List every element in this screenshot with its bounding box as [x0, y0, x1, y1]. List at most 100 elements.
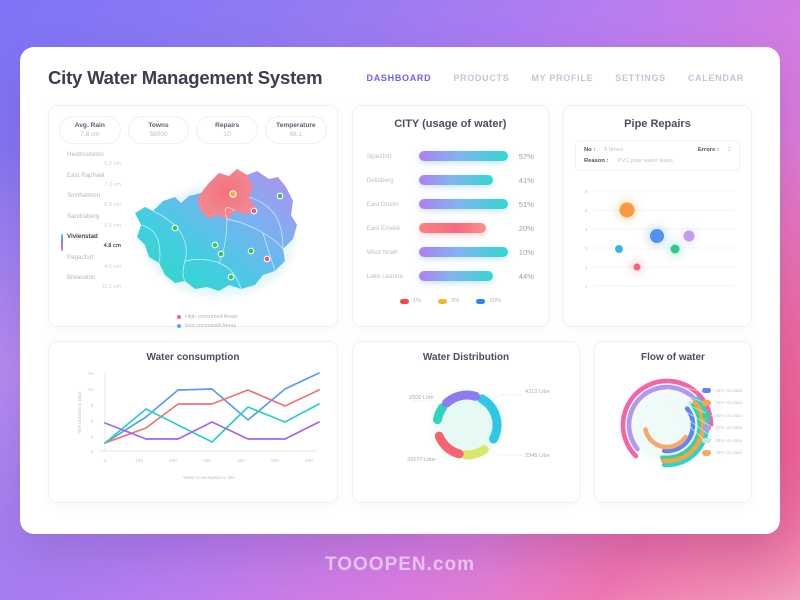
- city-value: 6.8 cm: [104, 202, 121, 208]
- list-item-selected[interactable]: Vivienstad 4.8 cm: [61, 233, 125, 254]
- bar-label: Sipesfort: [366, 152, 392, 160]
- legend-dot-icon: [177, 324, 181, 328]
- list-item[interactable]: Smithamton 6.8 cm: [63, 192, 125, 213]
- bottom-row: Water consumption 15 12 9 6 3 0 0 100 20…: [20, 341, 780, 503]
- card-title: Pipe Repairs: [624, 118, 691, 130]
- scatter-point-orange: [619, 202, 635, 218]
- bar-value: 44%: [518, 271, 534, 281]
- page-title: City Water Management System: [48, 67, 323, 88]
- map-marker-green: [211, 241, 219, 249]
- bar-value: 41%: [518, 175, 534, 185]
- legend-item-less: less consumed Areas: [177, 323, 238, 329]
- nav-item-calendar[interactable]: CALENDAR: [688, 73, 744, 83]
- list-item[interactable]: Pagacfurt 4.5 cm: [63, 254, 125, 275]
- city-name: Vivienstad: [67, 233, 98, 240]
- list-item[interactable]: Heathcoteton 5.2 cm: [63, 151, 125, 172]
- stats-chip-group: Avg. Rain 7.8 cm Towns 58000 Repairs 10 …: [59, 116, 327, 144]
- legend-item: 55% cm data: [702, 384, 742, 397]
- stat-chip-avg-rain[interactable]: Avg. Rain 7.8 cm: [59, 116, 121, 144]
- main-navigation: DASHBOARD PRODUCTS MY PROFILE SETTINGS C…: [367, 73, 752, 83]
- y-axis-title: Time Duration in Days: [77, 391, 82, 435]
- bar-label: Dellaberg: [366, 176, 394, 184]
- pipe-no-value: 5 times: [604, 147, 623, 153]
- city-name: Pagacfurt: [67, 253, 94, 261]
- city-value: 4.8 cm: [103, 243, 121, 249]
- list-item[interactable]: East Raphael 7.3 cm: [63, 172, 125, 193]
- stat-label: Temperature: [276, 122, 316, 129]
- donut-label-bottom-right: 2345 Litre: [525, 453, 550, 459]
- legend-label: 48% cm data: [715, 400, 742, 406]
- flow-of-water-card: Flow of water 55% cm data 48% cm data 45…: [594, 341, 752, 503]
- usage-bar-list: Sipesfort 57% Dellaberg 41% East Dustin: [367, 144, 534, 288]
- pipe-info-row-no: No : 5 times Errors : 2: [584, 147, 731, 153]
- app-header: City Water Management System DASHBOARD P…: [20, 47, 780, 89]
- bar-fill: [418, 199, 508, 209]
- list-item[interactable]: Breanaton 11.2 cm: [63, 274, 125, 295]
- legend-pill-icon: [702, 425, 712, 431]
- city-usage-legend: 1% 3% 10%: [367, 298, 534, 304]
- legend-label: 55% cm data: [715, 387, 742, 393]
- watermark: TOOOPEN.com: [324, 554, 475, 575]
- pipe-reason-value: PVC pipe water leaks: [617, 158, 673, 164]
- bar-fill: [418, 175, 493, 185]
- stat-value: 58000: [149, 131, 168, 138]
- pipe-info-row-reason: Reason : PVC pipe water leaks: [584, 158, 731, 164]
- scatter-point-pink: [633, 263, 641, 271]
- stat-chip-towns[interactable]: Towns 58000: [127, 116, 190, 144]
- legend-pill-icon: [702, 387, 712, 393]
- bar-fill: [418, 223, 486, 233]
- legend-item-3pct: 3%: [438, 298, 459, 304]
- pipe-repairs-card: Pipe Repairs No : 5 times Errors : 2 Rea…: [563, 105, 752, 327]
- pipe-errors-label: Errors :: [697, 147, 719, 153]
- bar-fill: [418, 271, 493, 281]
- bar-value: 20%: [518, 223, 534, 233]
- legend-item: 10% cm data: [702, 447, 742, 460]
- legend-label: 10% cm data: [715, 450, 742, 456]
- x-tick-600: 600: [305, 458, 313, 463]
- card-title: Water consumption: [146, 352, 240, 363]
- nav-item-dashboard[interactable]: DASHBOARD: [367, 73, 432, 83]
- city-value: 5.2 cm: [104, 161, 121, 167]
- legend-label: less consumed Areas: [185, 323, 237, 329]
- legend-item: 32% cm data: [702, 422, 742, 435]
- nav-item-my-profile[interactable]: MY PROFILE: [531, 73, 593, 83]
- list-item[interactable]: Sandraberg 9.2 cm: [63, 213, 125, 234]
- city-name: Sandraberg: [67, 212, 100, 220]
- city-usage-card: CITY (usage of water) Sipesfort 57% Dell…: [351, 105, 549, 327]
- water-consumption-card: Water consumption 15 12 9 6 3 0 0 100 20…: [48, 341, 338, 503]
- city-value: 4.5 cm: [104, 263, 121, 270]
- donut-segment-2500: [433, 403, 448, 425]
- x-tick-200: 200: [169, 458, 177, 463]
- axis-tick-1: 1: [585, 284, 588, 289]
- y-tick-15: 15: [88, 371, 94, 376]
- stat-chip-temperature[interactable]: Temperature 68.1: [265, 116, 327, 144]
- x-tick-0: 0: [104, 458, 107, 463]
- region-map[interactable]: High consumed Areas less consumed Areas: [125, 151, 327, 331]
- map-marker-green: [227, 273, 235, 281]
- bar-value: 51%: [518, 199, 534, 209]
- bar-track: [418, 151, 508, 161]
- stat-chip-repairs[interactable]: Repairs 10: [196, 116, 259, 144]
- nav-item-products[interactable]: PRODUCTS: [453, 73, 509, 83]
- top-row: Avg. Rain 7.8 cm Towns 58000 Repairs 10 …: [20, 105, 780, 329]
- bar-label: West Noah: [366, 248, 398, 256]
- stat-value: 68.1: [289, 131, 303, 138]
- map-marker-green: [171, 224, 179, 232]
- axis-tick-4: 4: [585, 227, 588, 232]
- stat-value: 10: [223, 131, 231, 138]
- legend-item-1pct: 1%: [399, 298, 421, 304]
- city-name: Heathcoteton: [67, 151, 104, 158]
- scatter-point-cyan: [615, 245, 623, 253]
- axis-tick-5: 5: [585, 208, 588, 213]
- flow-legend: 55% cm data 48% cm data 45% cm data 32% …: [702, 384, 742, 459]
- line-chart-svg: 15 12 9 6 3 0 0 100 200 300 400 500 600 …: [77, 371, 320, 480]
- table-row: East Emelie 20%: [367, 216, 534, 240]
- table-row: East Dustin 51%: [367, 192, 534, 216]
- pipe-no-label: No :: [584, 147, 596, 153]
- bar-label: East Dustin: [366, 200, 399, 208]
- pipe-info-box: No : 5 times Errors : 2 Reason : PVC pip…: [575, 140, 740, 171]
- nav-item-settings[interactable]: SETTINGS: [615, 73, 666, 83]
- table-row: Sipesfort 57%: [367, 144, 534, 168]
- legend-pill-icon: [476, 298, 486, 304]
- legend-dot-icon: [177, 315, 181, 319]
